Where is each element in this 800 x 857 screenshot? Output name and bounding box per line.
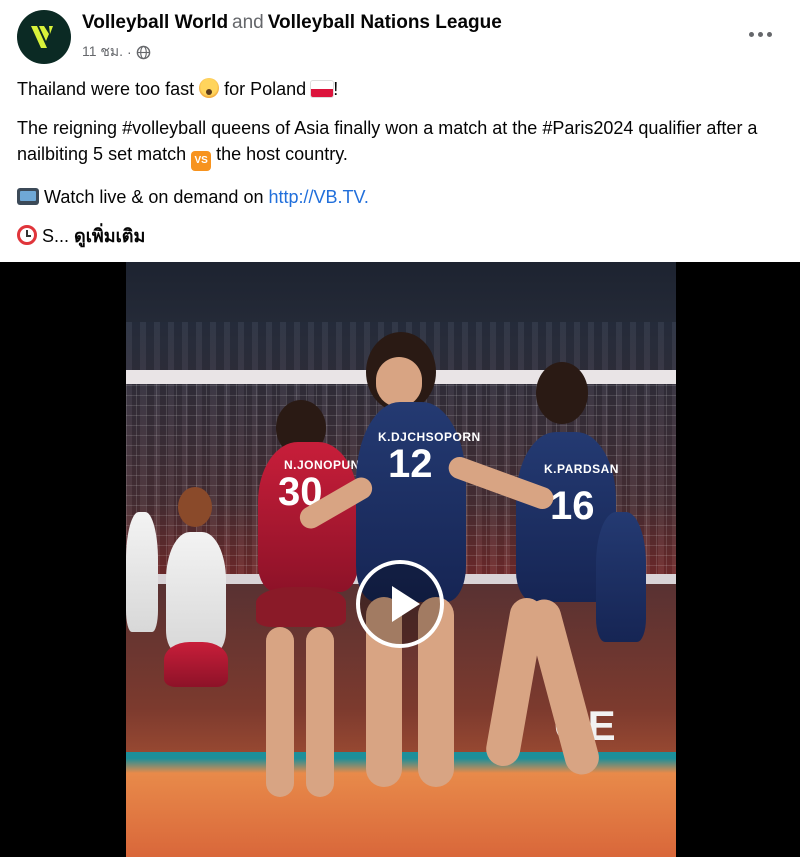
post-headline: Thailand were too fast for Poland ! xyxy=(17,76,787,102)
headline-text-end: ! xyxy=(333,79,339,99)
post-paragraph: The reigning #volleyball queens of Asia … xyxy=(17,115,787,171)
player-head xyxy=(178,487,212,527)
player-thailand-back xyxy=(596,512,646,642)
truncated-text: S... xyxy=(42,226,70,246)
headline-text-middle: for Poland xyxy=(224,79,307,99)
see-more-link[interactable]: ดูเพิ่มเติม xyxy=(74,226,145,246)
post-timestamp[interactable]: 11 ชม. xyxy=(82,41,123,63)
more-options-icon[interactable] xyxy=(742,22,778,46)
author-connector: and xyxy=(232,12,264,33)
post-header: Volleyball World and Volleyball Nations Le… xyxy=(0,0,800,70)
player-poland-1-shorts xyxy=(164,642,228,687)
watch-line: Watch live & on demand on http://VB.TV. xyxy=(17,184,787,210)
jersey-number: 16 xyxy=(550,484,595,528)
shocked-face-emoji-icon xyxy=(199,78,220,98)
post-authors: Volleyball World and Volleyball Nations Le… xyxy=(82,12,502,34)
vs-emoji-icon: VS xyxy=(191,151,212,171)
paragraph-text-start: The reigning #volleyball queens of Asia … xyxy=(17,118,758,164)
post-meta: 11 ชม. · xyxy=(82,41,151,63)
post-body: Thailand were too fast for Poland ! The … xyxy=(17,76,787,262)
coauthor-name-link[interactable]: Volleyball Nations League xyxy=(268,12,502,33)
paragraph-text-end: the host country. xyxy=(216,144,348,164)
author-name-link[interactable]: Volleyball World xyxy=(82,12,228,33)
post-video[interactable]: GE N.JONOPUN 30 K.DJCHSOPORN 12 K.PARDSA… xyxy=(0,262,800,857)
vbtv-link[interactable]: http://VB.TV. xyxy=(269,187,369,207)
page-avatar[interactable] xyxy=(17,10,71,64)
player-poland-1 xyxy=(166,532,226,652)
jersey-name: K.PARDSAN xyxy=(544,462,619,476)
television-icon xyxy=(17,188,39,205)
player-shorts xyxy=(256,587,346,627)
player-legs xyxy=(306,627,334,797)
jersey-number: 12 xyxy=(388,442,433,486)
volleyball-world-logo-icon xyxy=(31,26,53,48)
meta-separator: · xyxy=(127,44,132,60)
alarm-clock-icon xyxy=(17,225,37,245)
player-legs xyxy=(523,595,603,779)
headline-text-start: Thailand were too fast xyxy=(17,79,195,99)
player-legs xyxy=(266,627,294,797)
truncated-line: S... ดูเพิ่มเติม xyxy=(17,223,787,249)
globe-icon[interactable] xyxy=(136,45,151,60)
player-head xyxy=(536,362,588,424)
player-face xyxy=(376,357,422,407)
player-poland-2 xyxy=(126,512,158,632)
watch-text: Watch live & on demand on xyxy=(44,187,264,207)
play-icon[interactable] xyxy=(356,560,444,648)
poland-flag-icon xyxy=(311,81,334,97)
